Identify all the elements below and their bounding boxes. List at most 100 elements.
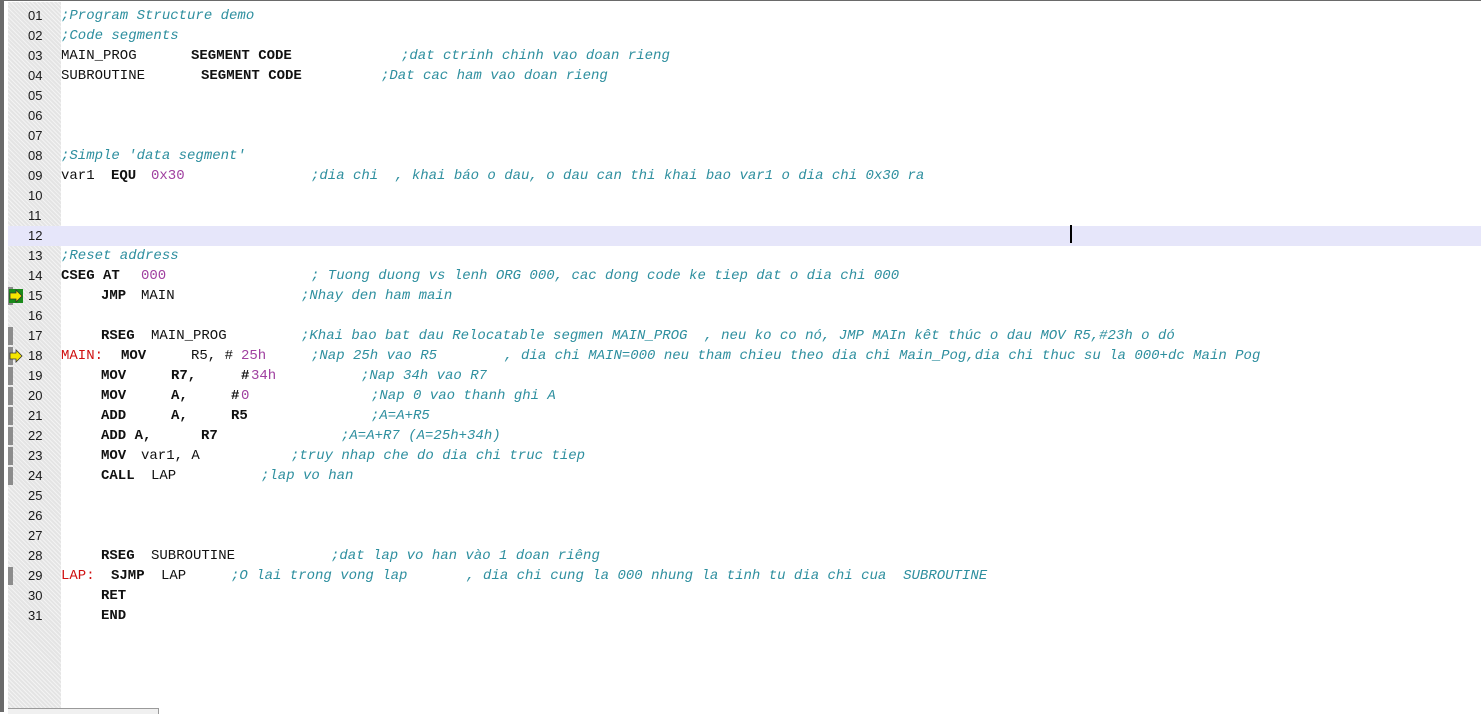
code-line[interactable]: 09 var1 EQU 0x30 ;dia chi , khai báo o dau… [8,166,1481,186]
code-line[interactable]: 06 [8,106,1481,126]
code-line[interactable]: 05 [8,86,1481,106]
code-line[interactable]: 25 [8,486,1481,506]
line-number: 27 [28,528,43,543]
text-caret [1070,225,1072,243]
code-line[interactable]: 04 SUBROUTINE SEGMENT CODE ;Dat cac ham vao… [8,66,1481,86]
code-line[interactable]: 11 [8,206,1481,226]
code-line[interactable]: 24 CALL LAP ;lap vo han [8,466,1481,486]
line-number: 18 [28,348,43,363]
identifier-token: R5, # [191,348,234,364]
code-line[interactable]: 17 RSEG MAIN_PROG ;Khai bao bat dau Reloca… [8,326,1481,346]
keyword-token: R5 [231,408,248,424]
code-editor[interactable]: 01 ;Program Structure demo 02 ;Code segment… [0,0,1481,714]
identifier-token: SUBROUTINE [61,68,146,84]
comment-token: ;Reset address [61,248,179,264]
comment-token: ;Khai bao bat dau Relocatable segmen MAI… [301,328,1175,344]
line-number: 07 [28,128,43,143]
comment-token: ;Nhay den ham main [301,288,453,304]
comment-token: ;truy nhap che do dia chi truc tiep [291,448,586,464]
line-number: 23 [28,448,43,463]
identifier-token: MAIN_PROG [61,48,137,64]
number-token: 34h [251,368,277,384]
keyword-token: MOV [121,348,147,364]
number-token: 0x30 [151,168,185,184]
code-line[interactable]: 21 ADD A, R5 ;A=A+R5 [8,406,1481,426]
code-line[interactable]: 20 MOV A, #0 ;Nap 0 vao thanh ghi A [8,386,1481,406]
comment-token: ;dat ctrinh chinh vao doan rieng [401,48,670,64]
comment-token: ;Simple 'data segment' [61,148,246,164]
comment-token: ;Program Structure demo [61,8,255,24]
keyword-token: # [231,388,240,404]
code-line[interactable]: 15 JMP MAIN ;Nhay den ham main [8,286,1481,306]
code-line[interactable]: 10 [8,186,1481,206]
code-line[interactable]: 16 [8,306,1481,326]
keyword-token: MOV [101,388,127,404]
line-number: 19 [28,368,43,383]
line-number: 04 [28,68,43,83]
code-line[interactable]: 18 MAIN: MOV R5, # 25h ;Nap 25h vao R5 , dia … [8,346,1481,366]
keyword-token: R7, [171,368,197,384]
code-line[interactable]: 29 LAP: SJMP LAP ;O lai trong vong lap , di… [8,566,1481,586]
line-number: 13 [28,248,43,263]
comment-token: ;O lai trong vong lap , dia chi cung la … [231,568,988,584]
code-line[interactable]: 31 END [8,606,1481,626]
line-number: 06 [28,108,43,123]
line-number: 24 [28,468,43,483]
next-statement-arrow-icon [9,349,23,363]
line-number: 29 [28,568,43,583]
code-line[interactable]: 28 RSEG SUBROUTINE ;dat lap vo han vào 1 d… [8,546,1481,566]
code-line[interactable]: 12 [8,226,1481,246]
comment-token: ;lap vo han [261,468,354,484]
line-number: 25 [28,488,43,503]
comment-token: ;A=A+R7 (A=25h+34h) [341,428,501,444]
label-token: MAIN: [61,348,104,364]
keyword-token: END [101,608,127,624]
code-line[interactable]: 07 [8,126,1481,146]
keyword-token: SJMP [111,568,154,584]
comment-token: ; Tuong duong vs lenh ORG 000, cac dong … [311,268,900,284]
code-line[interactable]: 01 ;Program Structure demo [8,6,1481,26]
code-line[interactable]: 23 MOV var1, A ;truy nhap che do dia chi t… [8,446,1481,466]
breakpoint-region-mark [8,467,13,485]
label-token: LAP: [61,568,95,584]
code-line[interactable]: 14 CSEG AT 000 ; Tuong duong vs lenh ORG 0… [8,266,1481,286]
code-line[interactable]: 03 MAIN_PROG SEGMENT CODE ;dat ctrinh chinh… [8,46,1481,66]
code-line[interactable]: 13 ;Reset address [8,246,1481,266]
line-number: 08 [28,148,43,163]
line-number: 02 [28,28,43,43]
keyword-token: SEGMENT CODE [191,48,292,64]
code-line[interactable]: 26 [8,506,1481,526]
keyword-token: CSEG AT [61,268,129,284]
code-line[interactable]: 02 ;Code segments [8,26,1481,46]
current-line-arrow-icon [9,289,23,303]
line-number: 11 [28,208,42,223]
line-number: 10 [28,188,43,203]
code-line[interactable]: 08 ;Simple 'data segment' [8,146,1481,166]
line-number: 30 [28,588,43,603]
line-number: 26 [28,508,43,523]
line-number: 12 [28,228,43,243]
line-number: 21 [28,408,43,423]
identifier-token: MAIN [141,288,175,304]
keyword-token: ADD A, [101,428,152,444]
keyword-token: R7 [201,428,218,444]
code-line[interactable]: 30 RET [8,586,1481,606]
line-number: 20 [28,388,43,403]
comment-token: ;Code segments [61,28,179,44]
horizontal-scrollbar[interactable] [8,708,159,714]
code-line[interactable]: 22 ADD A, R7 ;A=A+R7 (A=25h+34h) [8,426,1481,446]
keyword-token: # [241,368,250,384]
line-number: 14 [28,268,43,283]
keyword-token: RET [101,588,127,604]
line-number: 03 [28,48,43,63]
line-number: 22 [28,428,43,443]
keyword-token: A, [171,408,188,424]
code-line[interactable]: 19 MOV R7, #34h ;Nap 34h vao R7 [8,366,1481,386]
code-line[interactable]: 27 [8,526,1481,546]
comment-token: ;Dat cac ham vao doan rieng [381,68,608,84]
keyword-token: EQU [111,168,145,184]
line-number: 28 [28,548,43,563]
keyword-token: RSEG [101,328,144,344]
keyword-token: MOV [101,448,135,464]
number-token: 0 [241,388,250,404]
